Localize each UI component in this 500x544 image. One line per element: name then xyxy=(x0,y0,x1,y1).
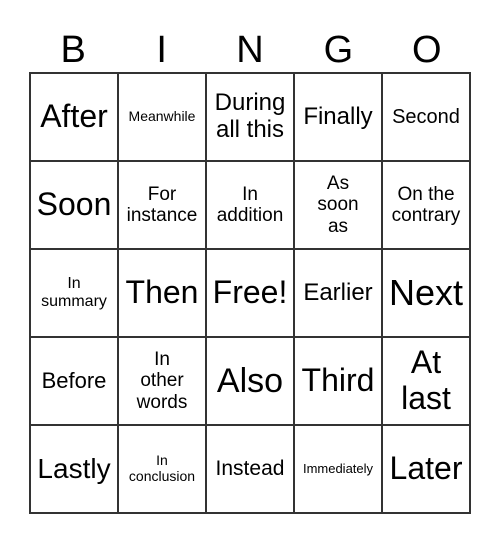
bingo-cell[interactable]: Earlier xyxy=(294,249,382,337)
header-letter-g: G xyxy=(323,29,354,71)
bingo-cell[interactable]: Next xyxy=(382,249,470,337)
bingo-cell-text: In conclusion xyxy=(128,452,196,484)
bingo-cell-text: In summary xyxy=(41,275,107,310)
bingo-cell-text: Later xyxy=(389,450,463,487)
bingo-cell-text: Soon xyxy=(36,186,112,223)
bingo-cell[interactable]: Third xyxy=(294,337,382,425)
bingo-grid: After Meanwhile During all this Finally Seco… xyxy=(29,72,471,514)
bingo-cell-text: In addition xyxy=(216,183,284,226)
bingo-cell[interactable]: On the contrary xyxy=(382,161,470,249)
header-letter-n: N xyxy=(236,29,264,71)
bingo-cell[interactable]: In summary xyxy=(30,249,118,337)
header-letter-b: B xyxy=(60,29,86,71)
bingo-cell-text: Also xyxy=(216,361,284,400)
bingo-cell[interactable]: For instance xyxy=(118,161,206,249)
header-letter-o: O xyxy=(412,29,442,71)
bingo-cell-text: Next xyxy=(388,271,464,313)
bingo-cell-text: Then xyxy=(125,274,199,311)
bingo-cell-text: Third xyxy=(301,362,375,399)
bingo-cell[interactable]: At last xyxy=(382,337,470,425)
bingo-cell[interactable]: Soon xyxy=(30,161,118,249)
bingo-cell-text: Immediately xyxy=(302,460,374,476)
bingo-cell-text: Meanwhile xyxy=(128,108,196,125)
bingo-cell-text: At last xyxy=(401,344,451,416)
bingo-cell-text: Before xyxy=(41,367,107,393)
bingo-cell-text: As soon as xyxy=(317,173,359,237)
bingo-cell[interactable]: Then xyxy=(118,249,206,337)
bingo-cell[interactable]: In conclusion xyxy=(118,425,206,513)
bingo-cell-text: On the contrary xyxy=(391,183,461,226)
bingo-cell-text: Earlier xyxy=(303,278,373,306)
bingo-header: B I N G O xyxy=(29,28,471,72)
bingo-cell[interactable]: Also xyxy=(206,337,294,425)
bingo-cell-text: Free! xyxy=(212,274,288,311)
bingo-cell[interactable]: After xyxy=(30,73,118,161)
bingo-cell[interactable]: During all this xyxy=(206,73,294,161)
bingo-cell-text: Instead xyxy=(215,457,285,481)
header-letter-i: I xyxy=(156,29,167,71)
bingo-cell[interactable]: Lastly xyxy=(30,425,118,513)
bingo-cell[interactable]: As soon as xyxy=(294,161,382,249)
bingo-cell[interactable]: Before xyxy=(30,337,118,425)
bingo-cell[interactable]: In addition xyxy=(206,161,294,249)
bingo-cell[interactable]: Free! xyxy=(206,249,294,337)
bingo-cell-text: Second xyxy=(392,105,460,128)
bingo-cell[interactable]: Immediately xyxy=(294,425,382,513)
bingo-cell[interactable]: Second xyxy=(382,73,470,161)
bingo-cell[interactable]: Later xyxy=(382,425,470,513)
bingo-cell[interactable]: Meanwhile xyxy=(118,73,206,161)
bingo-cell[interactable]: In other words xyxy=(118,337,206,425)
bingo-cell-text: Finally xyxy=(303,102,373,130)
bingo-cell-text: In other words xyxy=(136,349,188,413)
bingo-cell-text: For instance xyxy=(126,183,198,226)
bingo-cell-text: Lastly xyxy=(37,453,111,485)
bingo-cell-text: After xyxy=(40,98,108,135)
bingo-cell[interactable]: Finally xyxy=(294,73,382,161)
bingo-cell-text: During all this xyxy=(214,89,286,143)
bingo-cell[interactable]: Instead xyxy=(206,425,294,513)
